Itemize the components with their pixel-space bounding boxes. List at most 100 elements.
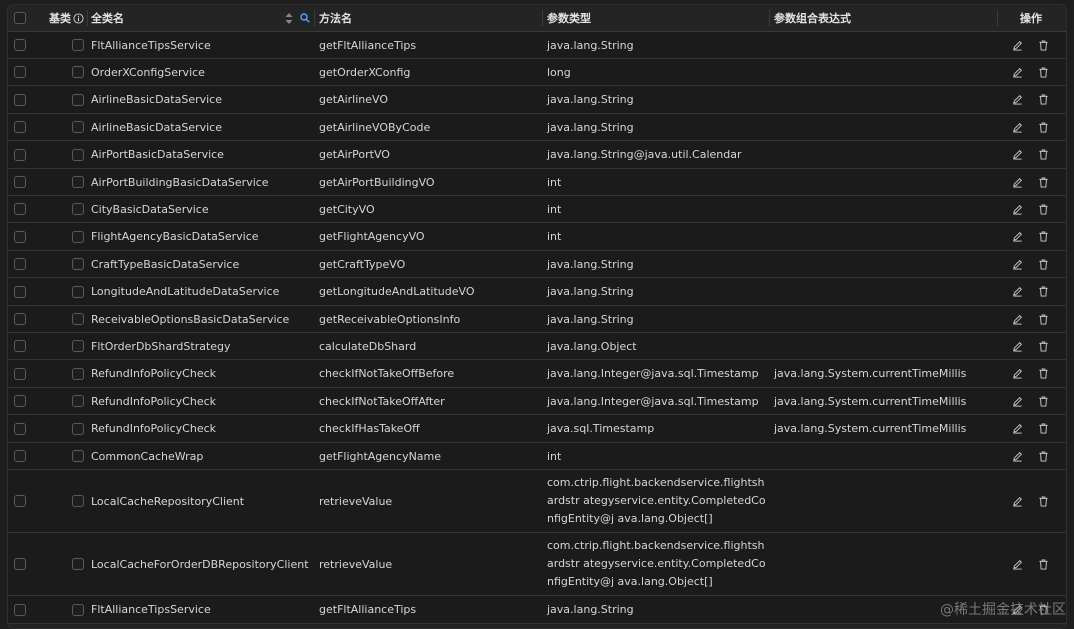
row-checkbox[interactable] <box>14 121 26 133</box>
row-checkbox-cell <box>14 114 26 140</box>
delete-button[interactable] <box>1038 32 1049 58</box>
base-class-checkbox[interactable] <box>72 367 84 380</box>
method-name-cell: checkIfNotTakeOffBefore <box>319 367 455 380</box>
base-class-checkbox[interactable] <box>72 66 84 78</box>
row-checkbox[interactable] <box>14 258 26 270</box>
edit-button[interactable] <box>1012 141 1023 168</box>
edit-button[interactable] <box>1012 388 1023 414</box>
sort-icon[interactable] <box>285 5 293 31</box>
trash-icon <box>1038 177 1049 188</box>
row-checkbox[interactable] <box>14 230 26 243</box>
edit-button[interactable] <box>1012 59 1023 85</box>
method-name-cell: getAirPortBuildingVO <box>319 175 435 189</box>
delete-button[interactable] <box>1038 59 1049 85</box>
base-class-checkbox[interactable] <box>72 603 84 616</box>
base-class-checkbox-cell <box>72 596 84 623</box>
edit-button[interactable] <box>1012 169 1023 195</box>
edit-button[interactable] <box>1012 470 1023 532</box>
base-class-checkbox[interactable] <box>72 93 84 106</box>
edit-button[interactable] <box>1012 333 1023 359</box>
row-checkbox[interactable] <box>14 203 26 215</box>
base-class-checkbox[interactable] <box>72 285 84 298</box>
base-class-checkbox[interactable] <box>72 203 84 215</box>
delete-button[interactable] <box>1038 360 1049 387</box>
row-checkbox[interactable] <box>14 422 26 435</box>
row-checkbox[interactable] <box>14 395 26 407</box>
param-type-text: java.lang.String@java.util.Calendar <box>547 148 742 161</box>
delete-button[interactable] <box>1038 333 1049 359</box>
base-class-checkbox[interactable] <box>72 176 84 188</box>
row-checkbox[interactable] <box>14 66 26 78</box>
header-class-name[interactable]: 全类名 <box>91 5 124 31</box>
delete-button[interactable] <box>1038 223 1049 250</box>
delete-button[interactable] <box>1038 114 1049 140</box>
edit-button[interactable] <box>1012 196 1023 222</box>
edit-button[interactable] <box>1012 415 1023 442</box>
base-class-checkbox[interactable] <box>72 230 84 243</box>
class-name-cell: RefundInfoPolicyCheck <box>91 422 217 435</box>
base-class-checkbox[interactable] <box>72 148 84 161</box>
base-class-checkbox[interactable] <box>72 395 84 407</box>
info-icon[interactable] <box>73 12 84 24</box>
delete-button[interactable] <box>1038 415 1049 442</box>
table-row: RefundInfoPolicyCheck checkIfHasTakeOff ja… <box>8 415 1066 443</box>
row-checkbox[interactable] <box>14 367 26 380</box>
row-checkbox[interactable] <box>14 558 26 570</box>
row-checkbox[interactable] <box>14 148 26 161</box>
search-icon[interactable] <box>300 5 310 31</box>
pencil-icon <box>1012 341 1023 352</box>
base-class-checkbox[interactable] <box>72 450 84 462</box>
delete-button[interactable] <box>1038 470 1049 532</box>
edit-button[interactable] <box>1012 533 1023 595</box>
row-checkbox[interactable] <box>14 603 26 616</box>
edit-button[interactable] <box>1012 86 1023 113</box>
delete-button[interactable] <box>1038 169 1049 195</box>
edit-button[interactable] <box>1012 306 1023 332</box>
base-class-checkbox[interactable] <box>72 495 84 507</box>
delete-button[interactable] <box>1038 443 1049 469</box>
delete-button[interactable] <box>1038 533 1049 595</box>
row-checkbox[interactable] <box>14 285 26 298</box>
row-checkbox[interactable] <box>14 176 26 188</box>
delete-button[interactable] <box>1038 388 1049 414</box>
edit-button[interactable] <box>1012 32 1023 58</box>
delete-button[interactable] <box>1038 196 1049 222</box>
row-checkbox[interactable] <box>14 450 26 462</box>
base-class-checkbox[interactable] <box>72 313 84 325</box>
table-row: OrderXConfigService getOrderXConfig long <box>8 59 1066 86</box>
table-row: LocalCacheForOrderDBRepositoryClient retr… <box>8 533 1066 596</box>
base-class-checkbox[interactable] <box>72 39 84 51</box>
class-name-cell: CraftTypeBasicDataService <box>91 257 240 271</box>
base-class-checkbox[interactable] <box>72 558 84 570</box>
param-type-text: java.lang.String <box>547 285 634 298</box>
row-checkbox-cell <box>14 196 26 222</box>
edit-button[interactable] <box>1012 443 1023 469</box>
delete-button[interactable] <box>1038 306 1049 332</box>
method-name-cell: getAirPortVO <box>319 148 390 161</box>
row-checkbox[interactable] <box>14 495 26 507</box>
edit-button[interactable] <box>1012 114 1023 140</box>
method-name-cell: checkIfHasTakeOff <box>319 422 420 435</box>
edit-button[interactable] <box>1012 278 1023 305</box>
edit-button[interactable] <box>1012 251 1023 277</box>
row-checkbox[interactable] <box>14 93 26 106</box>
delete-button[interactable] <box>1038 278 1049 305</box>
delete-button[interactable] <box>1038 141 1049 168</box>
delete-button[interactable] <box>1038 86 1049 113</box>
row-checkbox-cell <box>14 360 26 387</box>
edit-button[interactable] <box>1012 360 1023 387</box>
row-checkbox[interactable] <box>14 313 26 325</box>
delete-button[interactable] <box>1038 251 1049 277</box>
edit-button[interactable] <box>1012 223 1023 250</box>
row-checkbox[interactable] <box>14 39 26 51</box>
base-class-checkbox[interactable] <box>72 422 84 435</box>
row-checkbox[interactable] <box>14 340 26 352</box>
table-row: CraftTypeBasicDataService getCraftTypeVO j… <box>8 251 1066 278</box>
table-row: AirlineBasicDataService getAirlineVOByCod… <box>8 114 1066 141</box>
param-type-cell: com.ctrip.flight.backendservice.flightsh… <box>547 533 769 595</box>
select-all-checkbox[interactable] <box>14 12 26 24</box>
base-class-checkbox[interactable] <box>72 258 84 270</box>
base-class-checkbox[interactable] <box>72 340 84 352</box>
base-class-checkbox[interactable] <box>72 121 84 133</box>
class-name-cell: OrderXConfigService <box>91 65 205 79</box>
